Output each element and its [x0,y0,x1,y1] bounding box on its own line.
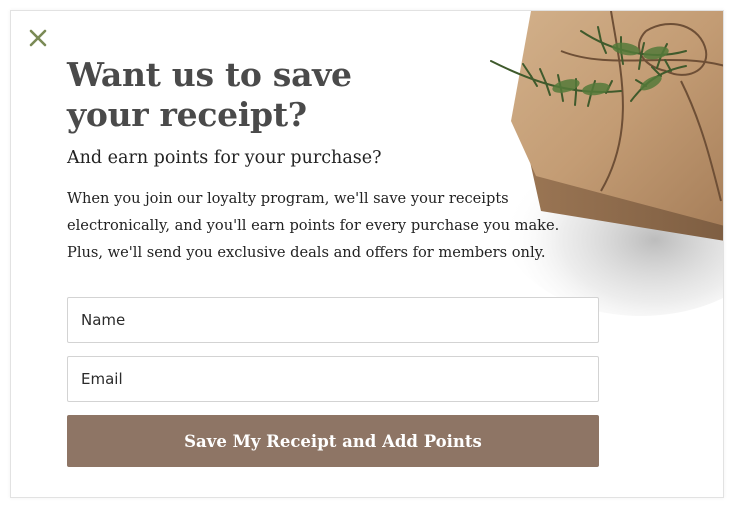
save-receipt-button[interactable]: Save My Receipt and Add Points [67,415,599,467]
popup-subheadline: And earn points for your purchase? [67,148,382,168]
gift-box-image [471,11,723,321]
popup-headline: Want us to save your receipt? [67,55,352,134]
popup-body-text: When you join our loyalty program, we'll… [67,190,560,261]
email-input[interactable] [67,356,599,402]
name-input[interactable] [67,297,599,343]
loyalty-popup: Want us to save your receipt? And earn p… [10,10,724,498]
close-button[interactable] [27,27,49,49]
close-icon [29,29,47,47]
